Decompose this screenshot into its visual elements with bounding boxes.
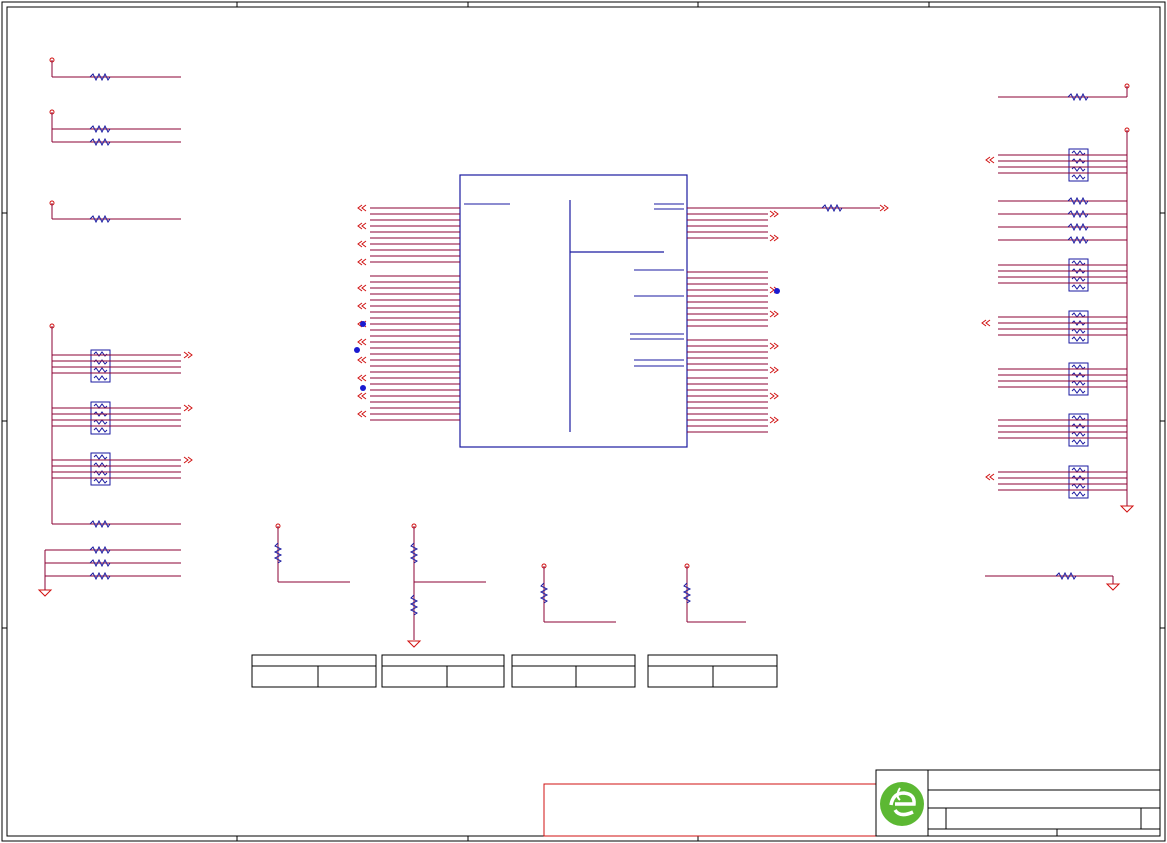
voltage-dividers [273, 523, 746, 648]
off-page-connector [769, 210, 779, 218]
resistor-element [1071, 467, 1086, 473]
off-page-connector [357, 338, 367, 346]
resistor-element [1071, 312, 1086, 318]
resistor-element [93, 427, 108, 433]
ground-symbol [406, 640, 422, 648]
off-page-connector [769, 392, 779, 400]
off-page-connector [985, 156, 995, 164]
junction-dot [360, 385, 366, 391]
off-page-connector [769, 416, 779, 424]
left-column-parts [37, 57, 193, 597]
off-page-connector [357, 222, 367, 230]
resistor-element [93, 375, 108, 381]
ground-symbol [1119, 505, 1135, 513]
off-page-connector [985, 473, 995, 481]
resistor-element [1071, 150, 1086, 156]
junction-dot [354, 347, 360, 353]
off-page-connector [357, 356, 367, 364]
resistor-element [1071, 284, 1086, 290]
main-ic [459, 174, 688, 448]
off-page-connector [769, 310, 779, 318]
off-page-connector [357, 240, 367, 248]
green-e-logo [880, 782, 924, 826]
off-page-connector [357, 410, 367, 418]
schematic-canvas [1, 1, 1166, 842]
resistor-element [1071, 260, 1086, 266]
resistor-element [1071, 166, 1086, 172]
off-page-connector [183, 351, 193, 359]
config-tables [251, 654, 778, 688]
off-page-connector [357, 374, 367, 382]
resistor-element [1071, 483, 1086, 489]
ground-symbol [37, 589, 53, 597]
resistor-element [1071, 431, 1086, 437]
resistor-element [1071, 380, 1086, 386]
off-page-connector [769, 234, 779, 242]
resistor-element [93, 454, 108, 460]
resistor-element [93, 403, 108, 409]
sheet-border [1, 1, 1166, 842]
off-page-connector [357, 204, 367, 212]
resistor-element [1071, 336, 1086, 342]
resistor-element [1071, 174, 1086, 180]
resistor-element [1071, 364, 1086, 370]
ic-right-pins [687, 203, 889, 433]
off-page-connector [879, 204, 889, 212]
off-page-connector [357, 258, 367, 266]
off-page-connector [769, 342, 779, 350]
resistor-element [93, 478, 108, 484]
off-page-connector [357, 302, 367, 310]
resistor-element [1071, 328, 1086, 334]
ground-symbol [1105, 583, 1121, 591]
right-column-parts [981, 83, 1135, 591]
resistor-element [1071, 491, 1086, 497]
ic-left-pins [354, 204, 460, 421]
resistor-element [93, 419, 108, 425]
junction-dot [774, 288, 780, 294]
off-page-connector [357, 284, 367, 292]
off-page-connector [183, 456, 193, 464]
off-page-connector [769, 366, 779, 374]
junction-dot [360, 321, 366, 327]
resistor-element [1071, 415, 1086, 421]
resistor-element [93, 367, 108, 373]
off-page-connector [981, 319, 991, 327]
resistor-element [1071, 276, 1086, 282]
resistor-element [1071, 439, 1086, 445]
off-page-connector [357, 392, 367, 400]
off-page-connector [183, 404, 193, 412]
resistor-element [1071, 388, 1086, 394]
schematic-sheet [0, 0, 1167, 843]
revision-box [543, 783, 877, 837]
